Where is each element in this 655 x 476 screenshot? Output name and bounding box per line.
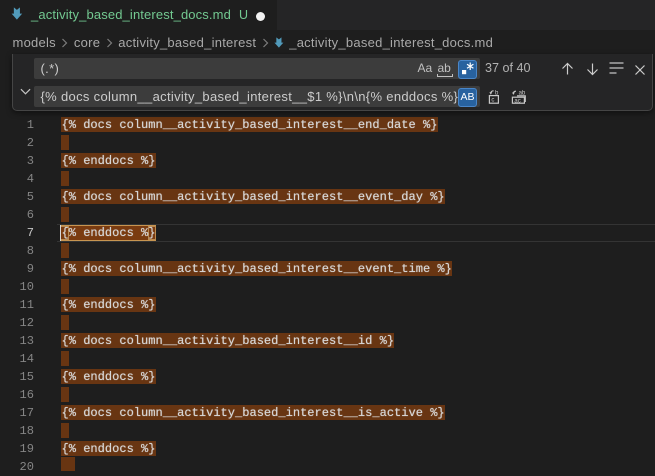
svg-text:ac: ac xyxy=(514,98,520,104)
svg-text:c: c xyxy=(491,98,494,104)
